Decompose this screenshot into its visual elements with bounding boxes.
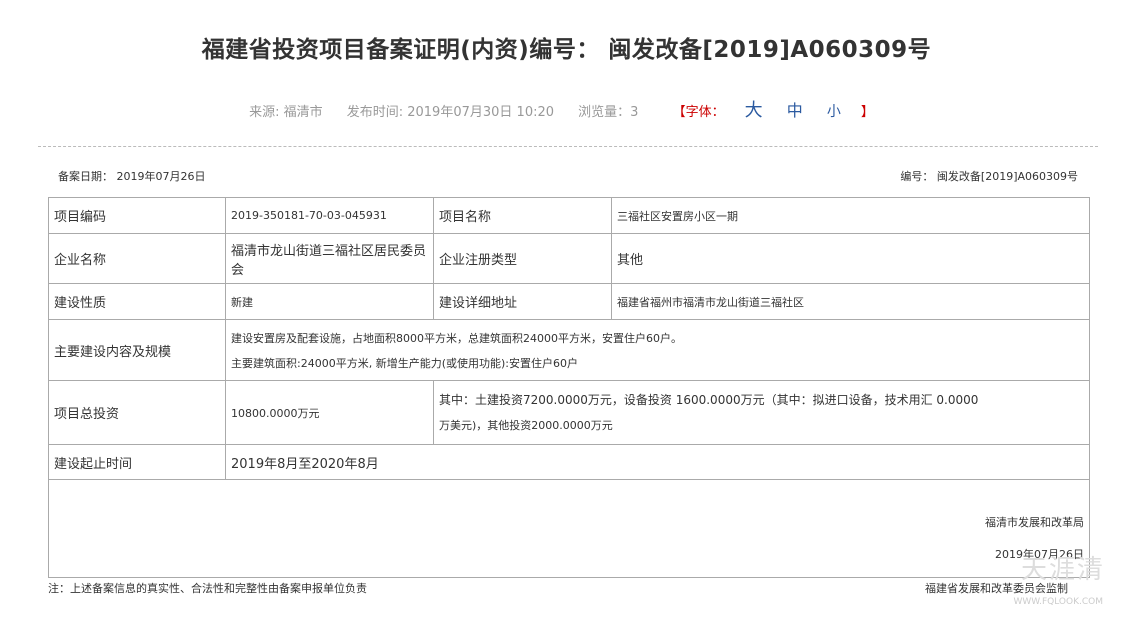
project-name-value: 三福社区安置房小区一期 [611, 197, 1090, 234]
table-row: 项目总投资 10800.0000万元 其中：土建投资7200.0000万元，设备… [48, 380, 1090, 445]
table-row: 企业名称 福清市龙山街道三福社区居民委员会 企业注册类型 其他 [48, 233, 1090, 284]
address-value: 福建省福州市福清市龙山街道三福社区 [611, 283, 1090, 320]
font-small-link[interactable]: 小 [827, 104, 841, 120]
divider [38, 146, 1098, 147]
disclaimer-note: 注：上述备案信息的真实性、合法性和完整性由备案申报单位负责 [48, 582, 367, 595]
issuing-org: 福清市发展和改革局 [985, 516, 1084, 529]
watermark-logo: 天涯清 [1020, 555, 1105, 585]
table-row: 主要建设内容及规模 建设安置房及配套设施，占地面积8000平方米，总建筑面积24… [48, 319, 1090, 381]
investment-detail-line-1: 其中：土建投资7200.0000万元，设备投资 1600.0000万元（其中：拟… [439, 392, 979, 407]
company-label: 企业名称 [48, 233, 226, 284]
scope-value: 建设安置房及配套设施，占地面积8000平方米，总建筑面积24000平方米，安置住… [225, 319, 1090, 381]
scope-label: 主要建设内容及规模 [48, 319, 226, 381]
scope-line-2: 主要建筑面积:24000平方米, 新增生产能力(或使用功能):安置住户60户 [231, 356, 578, 370]
font-label: 【字体： [672, 105, 725, 120]
font-large-link[interactable]: 大 [745, 100, 763, 121]
period-value: 2019年8月至2020年8月 [225, 444, 1090, 480]
signature-cell: 福清市发展和改革局 2019年07月26日 [48, 479, 1090, 578]
record-number: 编号： 闽发改备[2019]A060309号 [900, 170, 1078, 183]
font-size-switcher: 【字体： 大 中 小 】 [663, 100, 884, 121]
reg-type-label: 企业注册类型 [433, 233, 612, 284]
record-date: 备案日期： 2019年07月26日 [58, 170, 206, 183]
investment-detail: 其中：土建投资7200.0000万元，设备投资 1600.0000万元（其中：拟… [433, 380, 1090, 445]
company-value: 福清市龙山街道三福社区居民委员会 [225, 233, 434, 284]
investment-label: 项目总投资 [48, 380, 226, 445]
watermark-url: WWW.FQLOOK.COM [1013, 597, 1103, 607]
project-code-value: 2019-350181-70-03-045931 [225, 197, 434, 234]
nature-value: 新建 [225, 283, 434, 320]
table-row: 建设性质 新建 建设详细地址 福建省福州市福清市龙山街道三福社区 [48, 283, 1090, 320]
view-count: 浏览量：3 [578, 105, 639, 120]
publish-time: 发布时间: 2019年07月30日 10:20 [346, 105, 555, 120]
investment-detail-line-2: 万美元)，其他投资2000.0000万元 [439, 418, 613, 432]
nature-label: 建设性质 [48, 283, 226, 320]
table-row: 建设起止时间 2019年8月至2020年8月 [48, 444, 1090, 480]
article-meta: 来源: 福清市 发布时间: 2019年07月30日 10:20 浏览量：3 【字… [0, 96, 1133, 122]
font-label-close: 】 [860, 105, 874, 120]
source-text: 来源: 福清市 [249, 105, 323, 120]
table-row: 福清市发展和改革局 2019年07月26日 [48, 479, 1090, 578]
project-code-label: 项目编码 [48, 197, 226, 234]
table-row: 项目编码 2019-350181-70-03-045931 项目名称 三福社区安… [48, 197, 1090, 234]
investment-value: 10800.0000万元 [225, 380, 434, 445]
page-title: 福建省投资项目备案证明(内资)编号： 闽发改备[2019]A060309号 [201, 37, 932, 63]
period-label: 建设起止时间 [48, 444, 226, 480]
scope-line-1: 建设安置房及配套设施，占地面积8000平方米，总建筑面积24000平方米，安置住… [231, 331, 682, 345]
reg-type-value: 其他 [611, 233, 1090, 284]
record-table: 项目编码 2019-350181-70-03-045931 项目名称 三福社区安… [48, 197, 1090, 578]
address-label: 建设详细地址 [433, 283, 612, 320]
font-medium-link[interactable]: 中 [787, 101, 803, 120]
project-name-label: 项目名称 [433, 197, 612, 234]
